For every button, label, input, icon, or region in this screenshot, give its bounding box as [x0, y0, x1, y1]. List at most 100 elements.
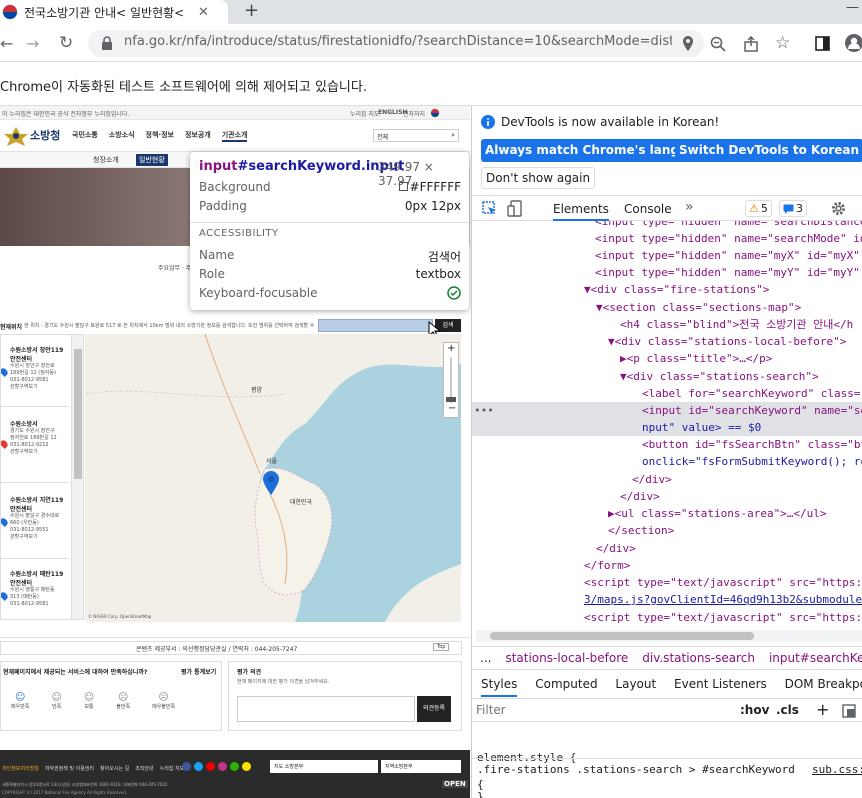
- site-logo-text[interactable]: 소방청: [30, 127, 60, 143]
- subtab-event-listeners[interactable]: Event Listeners: [674, 677, 767, 691]
- back-arrow-icon[interactable]: ←: [0, 34, 13, 53]
- tab-console[interactable]: Console: [624, 202, 672, 216]
- sitemap-link[interactable]: 누리집 지도: [350, 109, 380, 118]
- side-panel-icon[interactable]: [815, 36, 830, 51]
- survey-option[interactable]: ☺ 매우만족: [11, 692, 29, 710]
- dom-node[interactable]: </section>: [608, 522, 674, 539]
- dom-node[interactable]: </form>: [584, 557, 630, 574]
- subtab-computed[interactable]: Computed: [535, 677, 597, 691]
- dom-node[interactable]: <label for="searchKeyword" class=: [642, 385, 861, 402]
- dom-scrollbar-thumb[interactable]: [490, 632, 754, 640]
- zoom-icon[interactable]: [710, 36, 726, 52]
- dom-node[interactable]: </div>: [620, 488, 660, 505]
- dom-node[interactable]: nput" value> == $0: [642, 419, 761, 436]
- kakao-icon[interactable]: [242, 762, 251, 771]
- dom-node[interactable]: <input type="hidden" name="myX" id="myX": [595, 247, 860, 264]
- breadcrumb-item[interactable]: div.stations-search: [642, 651, 755, 665]
- survey-option[interactable]: ☹ 매우불만족: [152, 692, 175, 710]
- close-tab-icon[interactable]: ✕: [198, 5, 209, 20]
- dom-node[interactable]: <button id="fsSearchBtn" class="bt: [642, 436, 862, 453]
- header-search[interactable]: 전체 ⌕: [373, 129, 459, 142]
- class-toggle[interactable]: .cls: [776, 703, 799, 717]
- zoom-slider-thumb[interactable]: [446, 397, 456, 402]
- dom-node[interactable]: ▶<p class="title">…</p>: [620, 350, 772, 367]
- gnb-item-policy[interactable]: 정책·정보: [146, 130, 174, 142]
- reload-icon[interactable]: ↻: [59, 33, 73, 53]
- dom-node[interactable]: <script type="text/javascript" src="http…: [584, 609, 862, 626]
- lock-icon[interactable]: [101, 36, 113, 50]
- dom-node[interactable]: ▼<div class="stations-search">: [620, 368, 819, 385]
- forward-arrow-icon[interactable]: →: [26, 34, 39, 53]
- opinion-submit-button[interactable]: 의견등록: [417, 696, 451, 722]
- share-icon[interactable]: [743, 36, 759, 52]
- breadcrumb-item[interactable]: stations-local-before: [505, 651, 628, 665]
- dom-node[interactable]: ▼<div class="stations-local-before">: [608, 333, 846, 350]
- node-actions-ellipsis[interactable]: •••: [474, 402, 494, 419]
- location-icon[interactable]: [681, 35, 695, 52]
- dom-node[interactable]: </div>: [632, 471, 672, 488]
- facebook-icon[interactable]: [182, 762, 191, 771]
- subtab-dom-breakpoints[interactable]: DOM Breakpoints: [785, 677, 862, 691]
- browser-tab[interactable]: 전국소방기관 안내< 일반현황< ✕: [0, 0, 228, 24]
- dom-node[interactable]: 3/maps.js?govClientId=46qd9h13b2&submodu…: [584, 591, 862, 608]
- zoom-control[interactable]: + −: [443, 342, 459, 418]
- jurisdiction-link[interactable]: 관할구역보기: [10, 384, 69, 391]
- regional-select[interactable]: 지역소방본부: [381, 760, 461, 773]
- subtab-styles[interactable]: Styles: [481, 677, 518, 697]
- dom-node[interactable]: <input type="hidden" name="myY" id="myY": [595, 264, 860, 281]
- dom-node[interactable]: <h4 class="blind">전국 소방기관 안내</h: [620, 316, 853, 333]
- nfa-emblem-icon[interactable]: [2, 126, 30, 146]
- list-scrollbar[interactable]: [71, 335, 83, 619]
- list-item[interactable]: 수원소방서 매탄119 안전센터 수원시 영통구 매탄동 313 (매탄동) 0…: [1, 559, 69, 619]
- settings-gear-icon[interactable]: [831, 201, 846, 216]
- youtube-icon[interactable]: [206, 762, 215, 771]
- opinion-textarea[interactable]: [237, 696, 415, 722]
- breadcrumb-item-current[interactable]: input#searchKeyword.inp: [769, 651, 862, 665]
- footer-link-privacy[interactable]: 개인정보처리방침: [2, 765, 39, 772]
- dom-node[interactable]: ▶<ul class="stations-area">…</ul>: [608, 505, 827, 522]
- list-item[interactable]: 수원소방서 경기도 수원시 장안구 정자천로 189번길 12 031-8012…: [1, 407, 69, 483]
- twitter-icon[interactable]: [194, 762, 203, 771]
- instagram-icon[interactable]: [218, 762, 227, 771]
- map-view[interactable]: 평양 서울 대한민국 + − © NAVER Corp. OpenStreetM…: [85, 334, 461, 622]
- list-scrollbar-thumb[interactable]: [74, 349, 82, 479]
- zoom-in-icon[interactable]: +: [447, 343, 455, 354]
- breadcrumb-ellipsis[interactable]: ...: [480, 651, 491, 665]
- computed-sidebar-icon[interactable]: [842, 704, 856, 718]
- footer-link-copyright[interactable]: 저작권정책 및 이용권리: [45, 765, 94, 772]
- zoom-out-icon[interactable]: −: [448, 403, 456, 414]
- tab-elements[interactable]: Elements: [553, 202, 609, 221]
- dom-node[interactable]: <input type="hidden" name="searchDistanc…: [595, 221, 862, 230]
- dom-node[interactable]: ▼<section class="sections-map">: [596, 299, 801, 316]
- gnb-item-about[interactable]: 기관소개: [221, 130, 248, 142]
- more-tabs-button[interactable]: »: [685, 199, 694, 215]
- inspect-element-icon[interactable]: [482, 201, 497, 216]
- top-button[interactable]: Top: [433, 643, 450, 651]
- gnb-item-disclosure[interactable]: 정보공개: [185, 130, 211, 142]
- hover-state-toggle[interactable]: :hov: [740, 703, 769, 717]
- gnb-item-news[interactable]: 소방소식: [109, 130, 135, 142]
- new-style-rule-icon[interactable]: +: [816, 700, 829, 719]
- dom-node[interactable]: </div>: [596, 540, 636, 557]
- dom-horizontal-scrollbar[interactable]: [476, 630, 862, 642]
- gnb-item-communication[interactable]: 국민소통: [72, 130, 98, 142]
- subtab-layout[interactable]: Layout: [615, 677, 656, 691]
- minimize-button[interactable]: —: [846, 0, 859, 15]
- bookmark-star-icon[interactable]: ☆: [775, 33, 790, 53]
- survey-option[interactable]: ☺ 보통: [84, 692, 94, 710]
- jurisdiction-link[interactable]: 관할구역보기: [10, 449, 69, 456]
- jurisdiction-link[interactable]: 관할구역보기: [10, 534, 69, 541]
- subnav-chief[interactable]: 청장소개: [93, 155, 119, 165]
- messages-counter[interactable]: 3: [779, 200, 807, 217]
- dom-node[interactable]: <input id="searchKeyword" name="se: [642, 402, 862, 419]
- profile-avatar-icon[interactable]: [845, 34, 862, 52]
- new-tab-button[interactable]: +: [244, 0, 259, 21]
- css-rule-source-link[interactable]: sub.css:: [812, 763, 862, 776]
- search-icon[interactable]: ⌕: [451, 131, 455, 140]
- footer-link-directions[interactable]: 찾아오시는 길: [100, 765, 129, 772]
- search-scope-select[interactable]: 전체: [377, 134, 388, 141]
- warnings-counter[interactable]: ⚠ 5: [745, 200, 772, 217]
- device-toolbar-icon[interactable]: [507, 200, 523, 217]
- dom-node[interactable]: onclick="fsFormSubmitKeyword(); re: [642, 453, 862, 470]
- list-item[interactable]: 수원소방서 지연119 안전센터 수원시 팔달구 경수대로 660 (우만동) …: [1, 483, 69, 559]
